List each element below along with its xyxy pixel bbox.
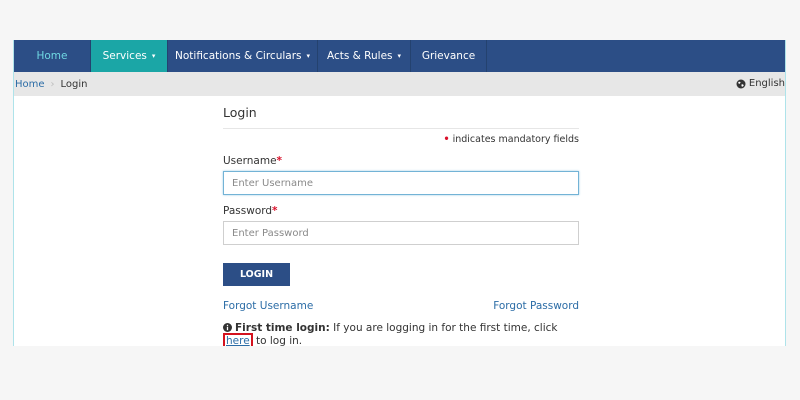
- chevron-down-icon: ▾: [306, 52, 310, 60]
- globe-icon: [736, 79, 746, 88]
- login-panel: Login • indicates mandatory fields Usern…: [223, 96, 579, 346]
- language-label: English: [748, 78, 785, 89]
- nav-grievance-label: Grievance: [421, 50, 476, 62]
- nav-acts-rules[interactable]: Acts & Rules ▾: [318, 40, 411, 72]
- required-asterisk: *: [272, 205, 278, 217]
- page-frame: Home Services ▾ Notifications & Circulars…: [13, 40, 786, 346]
- required-asterisk: *: [276, 155, 283, 167]
- username-label: Username*: [223, 155, 579, 168]
- username-label-text: Username: [223, 155, 277, 167]
- password-input[interactable]: [223, 221, 579, 245]
- here-link[interactable]: here: [223, 333, 253, 346]
- nav-acts-label: Acts & Rules: [326, 50, 393, 62]
- mandatory-note: • indicates mandatory fields: [223, 134, 579, 146]
- mandatory-dot: •: [443, 134, 450, 145]
- breadcrumb-home-link[interactable]: Home: [15, 79, 45, 90]
- nav-services-label: Services: [102, 50, 147, 62]
- first-time-text: If you are logging in for the first time…: [333, 322, 558, 334]
- password-label: Password*: [223, 205, 579, 218]
- nav-home[interactable]: Home: [14, 40, 91, 72]
- language-selector[interactable]: English: [736, 78, 785, 89]
- login-title: Login: [223, 105, 257, 120]
- breadcrumb-separator: ›: [50, 78, 55, 90]
- password-label-text: Password: [223, 205, 273, 217]
- first-time-login-note: First time login: If you are logging in …: [223, 322, 579, 346]
- chevron-down-icon: ▾: [397, 52, 402, 60]
- login-button[interactable]: LOGIN: [223, 263, 290, 286]
- nav-home-label: Home: [36, 50, 68, 62]
- breadcrumb-current: Login: [60, 78, 88, 90]
- mandatory-note-text: indicates mandatory fields: [452, 134, 579, 145]
- info-icon: [223, 323, 232, 332]
- forgot-links: Forgot Username Forgot Password: [223, 300, 579, 313]
- chevron-down-icon: ▾: [151, 52, 156, 60]
- first-time-end: to log in.: [256, 335, 303, 346]
- nav-grievance[interactable]: Grievance: [411, 40, 487, 72]
- main-navbar: Home Services ▾ Notifications & Circulars…: [14, 40, 785, 72]
- nav-notifications[interactable]: Notifications & Circulars ▾: [168, 40, 318, 72]
- nav-services[interactable]: Services ▾: [91, 40, 168, 72]
- breadcrumb: Home › Login English: [14, 72, 785, 96]
- nav-notifications-label: Notifications & Circulars: [175, 50, 302, 62]
- forgot-password-link[interactable]: Forgot Password: [493, 300, 579, 312]
- title-divider: [223, 128, 579, 129]
- username-input[interactable]: [223, 171, 579, 195]
- forgot-username-link[interactable]: Forgot Username: [223, 300, 313, 312]
